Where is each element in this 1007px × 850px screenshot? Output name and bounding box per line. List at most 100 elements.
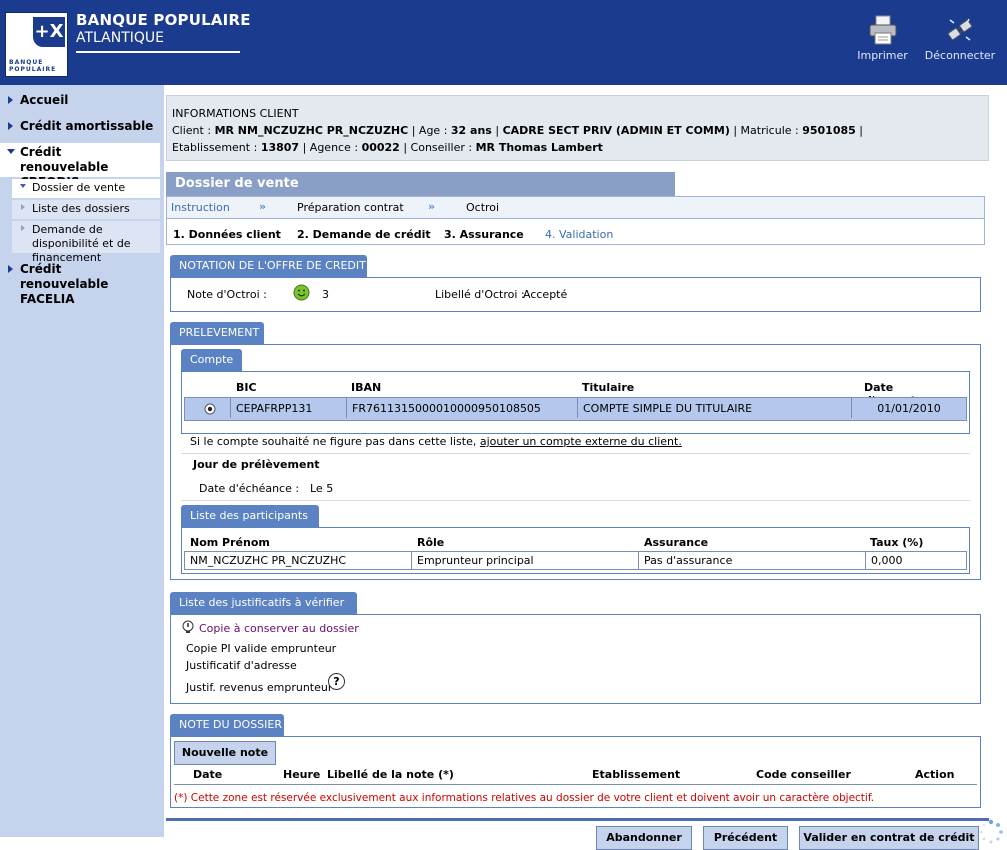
bank-rule bbox=[76, 51, 240, 53]
step-validation: 4. Validation bbox=[545, 228, 614, 241]
client-info-title: INFORMATIONS CLIENT bbox=[172, 107, 299, 120]
col-assurance: Assurance bbox=[644, 536, 709, 549]
add-external-account-link[interactable]: ajouter un compte externe du client. bbox=[480, 435, 682, 448]
justif-item: Justif. revenus emprunteur bbox=[186, 681, 333, 694]
sidebar-edge bbox=[160, 85, 164, 837]
subnav-label: Dossier de vente bbox=[32, 181, 126, 194]
nav-label: Accueil bbox=[20, 93, 69, 107]
client-profession: CADRE SECT PRIV (ADMIN ET COMM) bbox=[502, 124, 730, 137]
bank-name: BANQUE POPULAIRE bbox=[76, 11, 251, 29]
compte-table: BIC IBAN Titulaire Date d'ouverture CEPA… bbox=[181, 371, 970, 434]
caret-right-icon bbox=[21, 225, 25, 231]
subnav-liste-dossiers[interactable]: Liste des dossiers bbox=[12, 200, 160, 219]
client-age: 32 ans bbox=[450, 124, 492, 137]
cell-nom: NM_NCZUZHC PR_NCZUZHC bbox=[185, 552, 412, 569]
col-iban: IBAN bbox=[351, 381, 382, 394]
logout-label: Déconnecter bbox=[924, 49, 996, 62]
client-name: MR NM_NCZUZHC PR_NCZUZHC bbox=[214, 124, 409, 137]
justif-item: Copie PI valide emprunteur bbox=[186, 642, 337, 655]
nav-credit-creodis[interactable]: Crédit renouvelable CREODIS bbox=[0, 143, 160, 189]
echeance-label: Date d'échéance : bbox=[199, 482, 300, 495]
cell-bic: CEPAFRPP131 bbox=[231, 398, 347, 418]
caret-down-icon bbox=[7, 149, 15, 154]
print-button[interactable]: Imprimer bbox=[855, 14, 910, 62]
nav-credit-facelia[interactable]: Crédit renouvelable FACELIA bbox=[0, 262, 160, 307]
cell-date: 01/01/2010 bbox=[877, 402, 941, 415]
caret-right-icon bbox=[8, 96, 13, 104]
cell-iban: FR7611315000010000950108505 bbox=[347, 398, 578, 418]
col-nom-prenom: Nom Prénom bbox=[190, 536, 270, 549]
caret-right-icon bbox=[8, 122, 13, 130]
participants-tab: Liste des participants bbox=[181, 505, 319, 527]
col-titulaire: Titulaire bbox=[582, 381, 635, 394]
divider bbox=[174, 784, 977, 785]
subnav-dossier-de-vente[interactable]: Dossier de vente bbox=[12, 179, 160, 198]
double-chevron-icon: » bbox=[259, 200, 267, 213]
notation-panel: Note d'Octroi : 3 Libellé d'Octroi : Acc… bbox=[170, 277, 981, 312]
client-info-line2: Etablissement : 13807 | Agence : 00022 |… bbox=[172, 141, 603, 154]
printer-icon bbox=[869, 15, 896, 45]
nav-accueil[interactable]: Accueil bbox=[0, 93, 160, 108]
col-action: Action bbox=[915, 768, 955, 781]
new-note-button[interactable]: Nouvelle note bbox=[174, 741, 276, 765]
nav-credit-amortissable[interactable]: Crédit amortissable bbox=[0, 119, 160, 134]
subnav-label: Liste des dossiers bbox=[32, 202, 130, 215]
client-agence: 00022 bbox=[361, 141, 400, 154]
bank-region: ATLANTIQUE bbox=[76, 30, 165, 46]
divider bbox=[181, 453, 970, 454]
bank-logo: +X BANQUE POPULAIRE bbox=[5, 12, 68, 77]
col-role: Rôle bbox=[417, 536, 445, 549]
note-octroi-label: Note d'Octroi : bbox=[187, 288, 267, 301]
libelle-octroi-label: Libellé d'Octroi : bbox=[435, 288, 525, 301]
note-dossier-tab: NOTE DU DOSSIER bbox=[170, 714, 284, 736]
smiley-icon bbox=[293, 284, 310, 301]
logo-mark: +X bbox=[33, 17, 65, 47]
workflow-steps: Instruction » Préparation contrat » Octr… bbox=[166, 196, 985, 245]
phase-instruction[interactable]: Instruction bbox=[171, 201, 230, 214]
validate-button[interactable]: Valider en contrat de crédit bbox=[799, 826, 979, 850]
prelevement-panel: Compte BIC IBAN Titulaire Date d'ouvertu… bbox=[170, 344, 981, 580]
nav-label: Crédit renouvelable FACELIA bbox=[20, 262, 109, 306]
client-matricule: 9501085 bbox=[802, 124, 856, 137]
phase-row: Instruction » Préparation contrat » Octr… bbox=[167, 197, 984, 219]
client-info-line1: Client : MR NM_NCZUZHC PR_NCZUZHC | Age … bbox=[172, 124, 863, 137]
client-info-panel: INFORMATIONS CLIENT Client : MR NM_NCZUZ… bbox=[166, 95, 989, 161]
subnav-demande-disponibilite[interactable]: Demande de disponibilité et de financeme… bbox=[12, 221, 160, 264]
echeance-value: Le 5 bbox=[310, 482, 334, 495]
notation-tab: NOTATION DE L'OFFRE DE CREDIT bbox=[170, 255, 367, 277]
caret-right-icon bbox=[21, 204, 25, 210]
justif-item: Justificatif d'adresse bbox=[186, 659, 297, 672]
table-row: NM_NCZUZHC PR_NCZUZHC Emprunteur princip… bbox=[184, 551, 967, 570]
step-assurance[interactable]: 3. Assurance bbox=[444, 228, 524, 241]
col-taux: Taux (%) bbox=[870, 536, 924, 549]
logout-button[interactable]: Déconnecter bbox=[919, 14, 1001, 62]
cell-taux: 0,000 bbox=[871, 554, 903, 567]
note-dossier-panel: Nouvelle note Date Heure Libellé de la n… bbox=[170, 736, 981, 808]
step-donnees-client[interactable]: 1. Données client bbox=[173, 228, 281, 241]
libelle-octroi-value: Accepté bbox=[523, 288, 568, 301]
phase-preparation: Préparation contrat bbox=[297, 201, 404, 214]
double-chevron-icon: » bbox=[428, 200, 436, 213]
nav-label: Crédit amortissable bbox=[20, 119, 154, 133]
caret-down-icon bbox=[20, 184, 26, 188]
table-row[interactable]: CEPAFRPP131 FR7611315000010000950108505 … bbox=[184, 397, 967, 421]
jour-prelevement-title: Jour de prélèvement bbox=[193, 458, 320, 471]
participants-table: Nom Prénom Rôle Assurance Taux (%) NM_NC… bbox=[181, 527, 970, 574]
header-bar: +X BANQUE POPULAIRE BANQUE POPULAIRE ATLA… bbox=[0, 0, 1007, 85]
help-icon[interactable]: ? bbox=[328, 673, 345, 690]
radio-cell[interactable] bbox=[185, 398, 231, 418]
col-code-conseiller: Code conseiller bbox=[756, 768, 851, 781]
caret-right-icon bbox=[8, 265, 13, 273]
external-account-note: Si le compte souhaité ne figure pas dans… bbox=[190, 435, 682, 448]
cell-titulaire: COMPTE SIMPLE DU TITULAIRE bbox=[578, 398, 852, 418]
radio-button[interactable] bbox=[204, 403, 216, 415]
col-bic: BIC bbox=[236, 381, 257, 394]
col-heure: Heure bbox=[283, 768, 321, 781]
print-label: Imprimer bbox=[857, 49, 908, 62]
client-etablissement: 13807 bbox=[260, 141, 300, 154]
previous-button[interactable]: Précédent bbox=[703, 826, 788, 850]
abandon-button[interactable]: Abandonner bbox=[596, 826, 692, 850]
justificatifs-tab: Liste des justificatifs à vérifier bbox=[170, 592, 357, 614]
step-demande-credit[interactable]: 2. Demande de crédit bbox=[297, 228, 431, 241]
col-libelle: Libellé de la note (*) bbox=[327, 768, 454, 781]
